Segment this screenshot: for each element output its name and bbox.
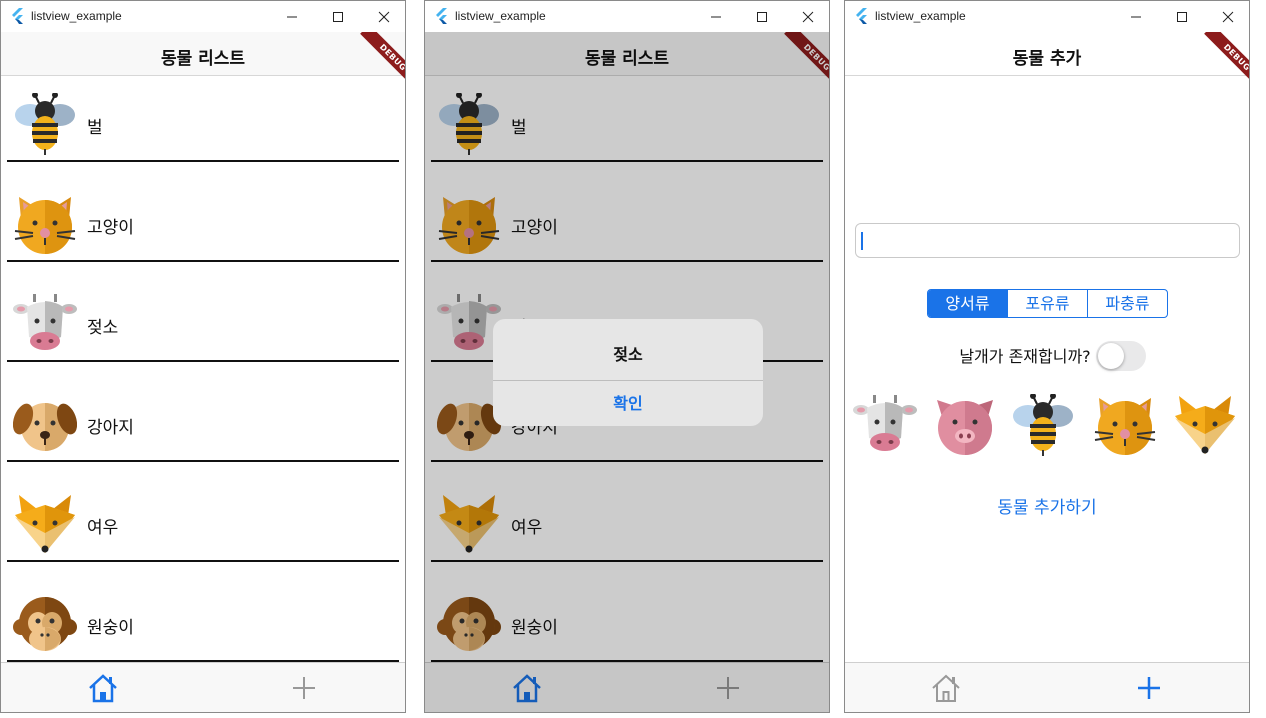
divider: [7, 560, 399, 562]
animal-name: 원숭이: [87, 618, 134, 638]
plus-icon[interactable]: [287, 671, 321, 705]
bee-icon[interactable]: [1011, 394, 1075, 458]
wings-question-label: 날개가 존재합니까?: [959, 347, 1091, 366]
bottom-nav: [1, 662, 405, 712]
divider: [7, 160, 399, 162]
animal-name: 여우: [87, 518, 119, 538]
confirm-button[interactable]: 확인: [493, 381, 763, 426]
maximize-button[interactable]: [1159, 1, 1205, 32]
segment-reptile[interactable]: 파충류: [1087, 290, 1167, 317]
add-animal-button[interactable]: 동물 추가하기: [845, 493, 1249, 518]
home-icon[interactable]: [86, 671, 120, 705]
minimize-button[interactable]: [693, 1, 739, 32]
text-cursor: [861, 232, 863, 250]
maximize-button[interactable]: [315, 1, 361, 32]
divider: [7, 460, 399, 462]
page-title: 동물 리스트: [160, 49, 246, 69]
fox-icon[interactable]: [1173, 394, 1237, 458]
flutter-logo-icon: [855, 8, 869, 24]
animal-type-segmented-control: 양서류 포유류 파충류: [927, 289, 1168, 318]
debug-banner: DEBUG: [1191, 32, 1249, 90]
alert-dialog: 젖소 확인: [493, 319, 763, 426]
title-bar: listview_example: [425, 1, 829, 32]
monkey-icon: [13, 593, 77, 657]
window-animal-list: listview_example 동물 리스트 DEBUG 벌 고양이 젖소 강…: [0, 0, 406, 713]
dialog-title: 젖소: [613, 345, 643, 364]
plus-icon[interactable]: [1132, 671, 1166, 705]
pig-icon[interactable]: [933, 394, 997, 458]
close-button[interactable]: [1205, 1, 1249, 32]
wings-row: 날개가 존재합니까?: [845, 343, 1249, 367]
home-icon[interactable]: [929, 671, 963, 705]
flutter-logo-icon: [11, 8, 25, 24]
divider: [7, 260, 399, 262]
minimize-button[interactable]: [1113, 1, 1159, 32]
animal-name: 고양이: [87, 218, 134, 238]
window-title: listview_example: [455, 9, 546, 23]
page-title: 동물 추가: [1012, 49, 1082, 69]
flutter-logo-icon: [435, 8, 449, 24]
animal-name-input[interactable]: [855, 223, 1240, 258]
animal-name: 벌: [87, 118, 103, 138]
bee-icon: [13, 93, 77, 157]
list-item[interactable]: 젖소: [1, 276, 405, 376]
divider: [7, 360, 399, 362]
list-item[interactable]: 원숭이: [1, 576, 405, 676]
list-item[interactable]: 여우: [1, 476, 405, 576]
window-title: listview_example: [31, 9, 122, 23]
minimize-button[interactable]: [269, 1, 315, 32]
cow-icon: [13, 293, 77, 357]
wings-toggle[interactable]: [1096, 341, 1146, 371]
title-bar: listview_example: [845, 1, 1249, 32]
window-add-animal: listview_example 동물 추가 DEBUG 양서류 포유류 파충류…: [844, 0, 1250, 713]
window-title: listview_example: [875, 9, 966, 23]
list-item[interactable]: 벌: [1, 76, 405, 176]
cat-icon: [13, 193, 77, 257]
cow-icon[interactable]: [853, 394, 917, 458]
list-item[interactable]: 강아지: [1, 376, 405, 476]
app-bar: 동물 추가: [845, 32, 1249, 76]
title-bar: listview_example: [1, 1, 405, 32]
window-animal-list-dialog: listview_example 동물 리스트 DEBUG 벌 고양이 젖소 강…: [424, 0, 830, 713]
animal-name: 젖소: [87, 318, 119, 338]
toggle-knob: [1098, 343, 1124, 369]
dog-icon: [13, 393, 77, 457]
segment-amphibian[interactable]: 양서류: [928, 290, 1007, 317]
fox-icon: [13, 493, 77, 557]
app-bar: 동물 리스트: [1, 32, 405, 76]
close-button[interactable]: [361, 1, 405, 32]
bottom-nav: [845, 662, 1249, 712]
animal-name: 강아지: [87, 418, 134, 438]
cat-icon[interactable]: [1093, 394, 1157, 458]
segment-mammal[interactable]: 포유류: [1007, 290, 1087, 317]
list-item[interactable]: 고양이: [1, 176, 405, 276]
maximize-button[interactable]: [739, 1, 785, 32]
close-button[interactable]: [785, 1, 829, 32]
